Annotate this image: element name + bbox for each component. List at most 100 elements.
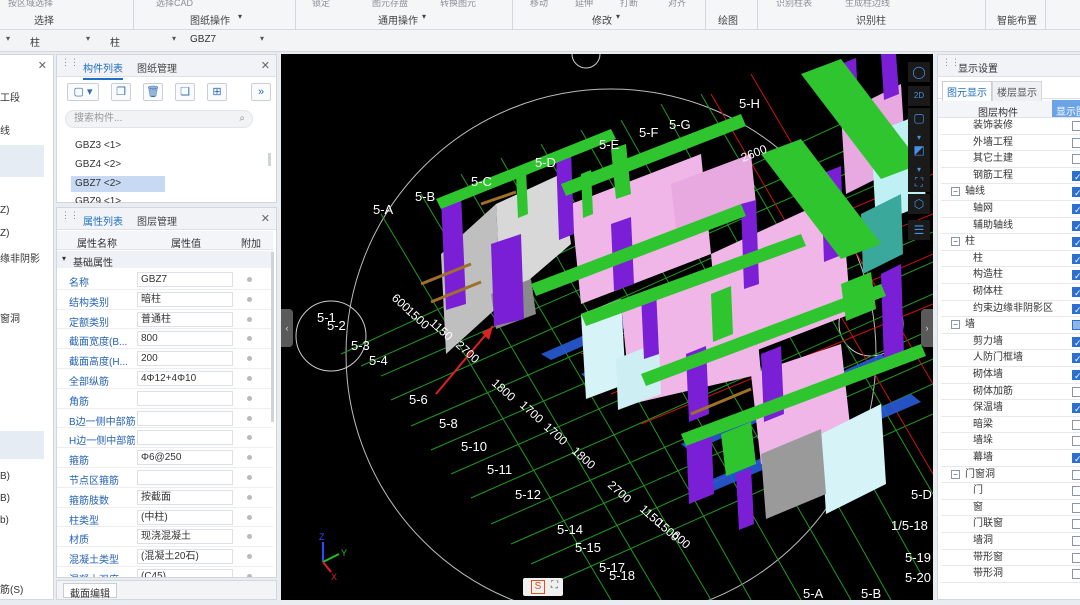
ribbon-fragment[interactable]: 图元存盘 (372, 0, 408, 9)
layer-row[interactable]: − 轴线 (941, 184, 1080, 201)
layer-row[interactable]: 门 (941, 483, 1080, 500)
tab-floor-display[interactable]: 楼层显示 (992, 81, 1042, 102)
attach-dot-icon[interactable] (247, 554, 252, 560)
close-icon[interactable]: ✕ (38, 59, 47, 72)
property-value-field[interactable]: 按截面 (137, 489, 233, 505)
visibility-checkbox[interactable] (1072, 502, 1080, 513)
visibility-checkbox[interactable] (1072, 235, 1080, 251)
ribbon-fragment[interactable]: 移动 (530, 0, 548, 9)
section-edit-button[interactable]: 截面编辑 (63, 583, 117, 600)
visibility-checkbox[interactable] (1072, 335, 1080, 351)
nav-item[interactable]: 工段 (0, 89, 54, 104)
ribbon-fragment[interactable]: 对齐 (668, 0, 686, 9)
visibility-checkbox[interactable] (1072, 451, 1080, 467)
attach-dot-icon[interactable] (247, 296, 252, 302)
visibility-checkbox[interactable] (1072, 486, 1080, 497)
component-type-dropdown[interactable]: 柱 ▾ (110, 34, 176, 49)
layer-row[interactable]: − 柱 (941, 234, 1080, 251)
visibility-checkbox[interactable] (1072, 185, 1080, 201)
attach-dot-icon[interactable] (247, 455, 252, 461)
filter-icon[interactable]: ⊞ (207, 83, 227, 101)
tab-drawing-management[interactable]: 图纸管理 (137, 60, 177, 75)
layer-row[interactable]: 门联窗 (941, 516, 1080, 533)
visibility-checkbox[interactable] (1072, 302, 1080, 318)
visibility-checkbox[interactable] (1072, 519, 1080, 530)
visibility-checkbox[interactable] (1072, 219, 1080, 235)
attach-dot-icon[interactable] (247, 435, 252, 441)
nav-item[interactable]: B) (0, 493, 54, 504)
attach-dot-icon[interactable] (247, 514, 252, 520)
collapse-right-button[interactable]: › (921, 309, 933, 347)
layer-row[interactable]: 窗 (941, 500, 1080, 517)
attach-dot-icon[interactable] (247, 376, 252, 381)
layer-row[interactable]: 外墙工程 (941, 135, 1080, 152)
layer-row[interactable]: 剪力墙 (941, 334, 1080, 351)
attach-dot-icon[interactable] (247, 574, 252, 577)
chevron-down-icon[interactable]: ▾ (616, 12, 620, 21)
nav-item[interactable]: 线 (0, 122, 54, 137)
tab-property-list[interactable]: 属性列表 (83, 213, 123, 233)
visibility-checkbox[interactable] (1072, 121, 1080, 131)
nav-item[interactable]: B) (0, 471, 54, 482)
attach-dot-icon[interactable] (247, 336, 252, 342)
attach-dot-icon[interactable] (247, 316, 252, 322)
more-icon[interactable]: » (251, 83, 271, 101)
delete-icon[interactable]: 🗑 (143, 83, 163, 101)
collapse-icon[interactable]: − (951, 187, 960, 197)
orbit-icon[interactable]: ◯ (908, 62, 930, 82)
floor-type-dropdown[interactable]: 柱 ▾ (30, 34, 90, 49)
nav-item[interactable]: Z) (0, 228, 54, 239)
collapse-icon[interactable]: − (951, 320, 960, 330)
list-view-icon[interactable]: ☰ (908, 220, 930, 240)
attach-dot-icon[interactable] (247, 475, 252, 480)
property-value-field[interactable] (137, 410, 233, 426)
visibility-checkbox[interactable] (1072, 320, 1080, 331)
property-value-field[interactable]: Φ6@250 (137, 450, 233, 466)
visibility-checkbox[interactable] (1072, 368, 1080, 384)
property-value-field[interactable] (137, 430, 233, 446)
element-view-icon[interactable]: ⬡ (908, 194, 930, 214)
visibility-checkbox[interactable] (1072, 401, 1080, 417)
visibility-checkbox[interactable] (1072, 386, 1080, 397)
attach-dot-icon[interactable] (247, 395, 252, 401)
attach-dot-icon[interactable] (247, 415, 252, 421)
nav-item[interactable]: b) (0, 515, 54, 526)
layer-row[interactable]: 幕墙 (941, 450, 1080, 467)
nav-item[interactable]: Z) (0, 205, 54, 216)
visibility-checkbox[interactable] (1072, 552, 1080, 563)
attach-dot-icon[interactable] (247, 277, 252, 282)
visibility-checkbox[interactable] (1072, 137, 1080, 148)
layer-row[interactable]: 约束边缘非阴影区 (941, 301, 1080, 318)
scrollbar[interactable] (271, 252, 274, 422)
list-item[interactable]: GBZ4 <2> (71, 157, 165, 173)
list-item[interactable]: GBZ9 <1> (71, 194, 165, 203)
visibility-checkbox[interactable] (1072, 569, 1080, 580)
property-value-field[interactable]: 200 (137, 351, 233, 367)
property-value-field[interactable]: (混凝土20石) (137, 549, 233, 565)
visibility-checkbox[interactable] (1072, 469, 1080, 480)
layer-row[interactable]: 带形窗 (941, 550, 1080, 567)
visibility-checkbox[interactable] (1072, 202, 1080, 218)
view-3d-box-icon[interactable]: ▢ (908, 108, 930, 128)
list-item-selected[interactable]: GBZ7 <2> (71, 176, 165, 192)
layer-row[interactable]: − 门窗洞 (941, 467, 1080, 484)
chevron-down-icon[interactable]: ▾ (422, 12, 426, 21)
close-icon[interactable]: ✕ (261, 212, 270, 225)
zoom-extents-icon[interactable]: ⛶ (908, 172, 930, 192)
model-3d-scene[interactable]: 5-1 5-2 5-3 5-4 5-6 5-8 5-10 5-11 5-12 5… (281, 54, 933, 600)
view-cube-icon[interactable]: ◩ (908, 140, 930, 160)
layer-row[interactable]: 轴网 (941, 201, 1080, 218)
property-value-field[interactable] (137, 390, 233, 406)
visibility-checkbox[interactable] (1072, 351, 1080, 367)
layer-row[interactable]: 构造柱 (941, 267, 1080, 284)
nav-item[interactable]: 窗洞 (0, 310, 54, 325)
visibility-checkbox[interactable] (1072, 536, 1080, 546)
visibility-checkbox[interactable] (1072, 252, 1080, 268)
attach-dot-icon[interactable] (247, 356, 252, 362)
property-value-field[interactable]: (中柱) (137, 509, 233, 525)
duplicate-icon[interactable]: ❏ (175, 83, 195, 101)
layer-row[interactable]: 墙垛 (941, 433, 1080, 450)
component-search-input[interactable]: 搜索构件... ⌕ (65, 110, 253, 128)
property-value-field[interactable]: 暗柱 (137, 291, 233, 307)
attach-dot-icon[interactable] (247, 534, 252, 540)
